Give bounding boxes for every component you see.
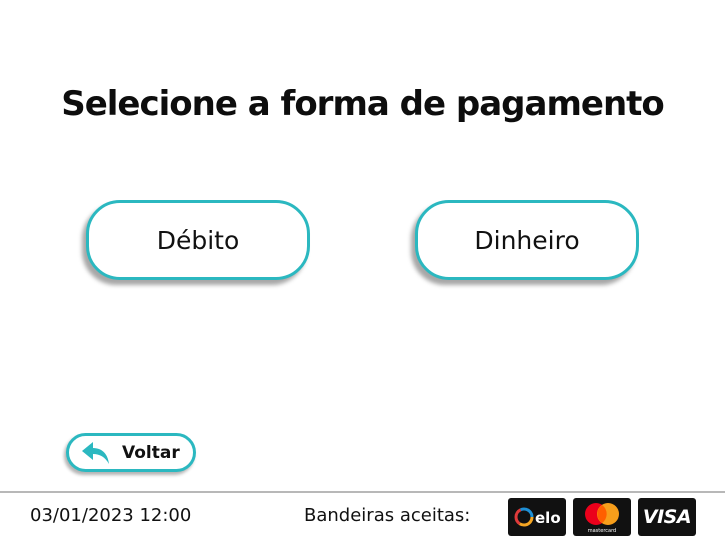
mastercard-logo: mastercard [573,498,631,536]
reply-arrow-icon [81,440,111,466]
debit-button-label: Débito [156,225,240,255]
debit-button[interactable]: Débito [86,200,310,280]
datetime: 03/01/2023 12:00 [30,505,192,526]
back-button-label: Voltar [122,442,180,463]
back-button[interactable]: Voltar [66,433,196,472]
page-title: Selecione a forma de pagamento [61,84,665,124]
elo-logo: elo [508,498,566,536]
visa-logo: VISA [638,498,696,536]
cash-button-label: Dinheiro [474,225,580,255]
svg-text:elo: elo [535,509,561,527]
brands-label: Bandeiras aceitas: [304,505,471,526]
footer-divider [0,491,725,493]
visa-logo-text: VISA [642,506,692,528]
cash-button[interactable]: Dinheiro [415,200,639,280]
svg-text:mastercard: mastercard [588,528,616,534]
